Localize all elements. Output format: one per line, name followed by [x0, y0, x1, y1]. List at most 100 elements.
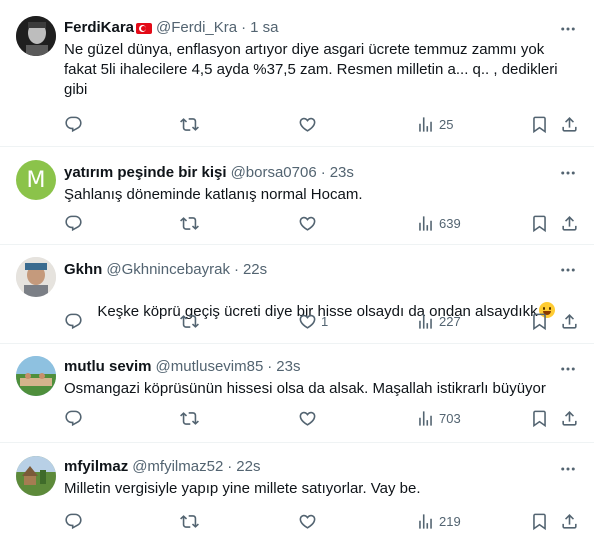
- share-icon: [562, 410, 577, 426]
- bookmark-button[interactable]: [530, 309, 549, 333]
- retweet-button[interactable]: [180, 112, 203, 136]
- reply-button[interactable]: [64, 509, 87, 533]
- share-button[interactable]: [560, 509, 579, 533]
- views-icon: [419, 215, 432, 231]
- like-button[interactable]: [298, 112, 321, 136]
- timestamp[interactable]: 22s: [243, 260, 267, 280]
- bookmark-button[interactable]: [530, 112, 549, 136]
- bookmark-button[interactable]: [530, 211, 549, 235]
- share-icon: [562, 513, 577, 529]
- views-button[interactable]: 25: [416, 112, 453, 136]
- retweet-button[interactable]: [180, 309, 203, 333]
- reply-icon: [65, 215, 82, 231]
- tweet-actions: 25: [64, 112, 582, 136]
- tweet[interactable]: M yatırım peşinde bir kişi @borsa0706 · …: [0, 147, 594, 245]
- tweet-header: mfyilmaz @mfyilmaz52 · 22s: [64, 457, 578, 477]
- views-button[interactable]: 703: [416, 406, 461, 430]
- separator: ·: [233, 261, 239, 278]
- tweet-header: FerdiKara @Ferdi_Kra · 1 sa: [64, 18, 578, 38]
- tweet[interactable]: mutlu sevim @mutlusevim85 · 23s Osmangaz…: [0, 344, 594, 443]
- more-icon[interactable]: [558, 359, 578, 379]
- views-icon: [419, 410, 432, 426]
- tweet-header: mutlu sevim @mutlusevim85 · 23s: [64, 357, 578, 377]
- more-icon[interactable]: [558, 459, 578, 479]
- bookmark-icon: [533, 513, 546, 530]
- user-handle[interactable]: @mfyilmaz52: [132, 457, 223, 477]
- tweet-header: Gkhn @Gkhnincebayrak · 22s: [64, 260, 578, 280]
- share-button[interactable]: [560, 211, 579, 235]
- bookmark-icon: [533, 410, 546, 427]
- share-icon: [562, 313, 577, 329]
- retweet-button[interactable]: [180, 406, 203, 430]
- avatar[interactable]: [16, 456, 56, 496]
- retweet-button[interactable]: [180, 509, 203, 533]
- share-button[interactable]: [560, 406, 579, 430]
- reply-button[interactable]: [64, 309, 87, 333]
- bookmark-icon: [533, 116, 546, 133]
- tweet[interactable]: Gkhn @Gkhnincebayrak · 22s Keşke köprü g…: [0, 245, 594, 344]
- reply-icon: [65, 116, 82, 132]
- timestamp[interactable]: 1 sa: [250, 18, 278, 38]
- views-icon: [419, 116, 432, 132]
- like-icon: [299, 514, 316, 529]
- share-button[interactable]: [560, 112, 579, 136]
- tweet[interactable]: mfyilmaz @mfyilmaz52 · 22s Milletin verg…: [0, 443, 594, 545]
- display-name[interactable]: mfyilmaz: [64, 457, 128, 477]
- user-handle[interactable]: @Ferdi_Kra: [156, 18, 237, 38]
- share-button[interactable]: [560, 309, 579, 333]
- reply-icon: [65, 313, 82, 329]
- avatar[interactable]: M: [16, 160, 56, 200]
- display-name[interactable]: mutlu sevim: [64, 357, 152, 377]
- reply-icon: [65, 410, 82, 426]
- like-button[interactable]: [298, 211, 321, 235]
- like-icon: [299, 216, 316, 231]
- user-handle[interactable]: @Gkhnincebayrak: [106, 260, 230, 280]
- timestamp[interactable]: 22s: [236, 457, 260, 477]
- separator: ·: [267, 358, 273, 375]
- like-icon: [299, 314, 316, 329]
- like-icon: [299, 117, 316, 132]
- tweet-text: Şahlanış döneminde katlanış normal Hocam…: [64, 186, 363, 203]
- timestamp[interactable]: 23s: [276, 357, 300, 377]
- bookmark-icon: [533, 215, 546, 232]
- retweet-icon: [180, 514, 199, 528]
- like-button[interactable]: [298, 509, 321, 533]
- timestamp[interactable]: 23s: [330, 163, 354, 183]
- user-handle[interactable]: @borsa0706: [231, 163, 317, 183]
- reply-button[interactable]: [64, 406, 87, 430]
- reply-button[interactable]: [64, 112, 87, 136]
- views-button[interactable]: 639: [416, 211, 461, 235]
- display-name[interactable]: FerdiKara: [64, 18, 134, 38]
- tweet-actions: 219: [64, 509, 582, 533]
- retweet-icon: [180, 216, 199, 230]
- like-button[interactable]: 1: [298, 309, 328, 333]
- display-name[interactable]: yatırım peşinde bir kişi: [64, 163, 227, 183]
- tweet-text: Ne güzel dünya, enflasyon artıyor diye a…: [64, 41, 562, 98]
- tweet-header: yatırım peşinde bir kişi @borsa0706 · 23…: [64, 163, 578, 183]
- views-button[interactable]: 227: [416, 309, 461, 333]
- display-name[interactable]: Gkhn: [64, 260, 102, 280]
- views-icon: [419, 513, 432, 529]
- bookmark-button[interactable]: [530, 509, 549, 533]
- user-handle[interactable]: @mutlusevim85: [156, 357, 264, 377]
- retweet-button[interactable]: [180, 211, 203, 235]
- like-icon: [299, 411, 316, 426]
- retweet-icon: [180, 314, 199, 328]
- avatar[interactable]: [16, 16, 56, 56]
- more-icon[interactable]: [558, 260, 578, 280]
- tweet-text: Milletin vergisiyle yapıp yine millete s…: [64, 480, 421, 497]
- separator: ·: [227, 458, 233, 475]
- avatar[interactable]: [16, 356, 56, 396]
- avatar[interactable]: [16, 257, 56, 297]
- views-button[interactable]: 219: [416, 509, 461, 533]
- reply-button[interactable]: [64, 211, 87, 235]
- more-icon[interactable]: [558, 19, 578, 39]
- like-button[interactable]: [298, 406, 321, 430]
- tweet[interactable]: FerdiKara @Ferdi_Kra · 1 sa Ne güzel dün…: [0, 0, 594, 147]
- tweet-actions: 703: [64, 406, 582, 430]
- turkey-flag-icon: [136, 22, 153, 34]
- bookmark-button[interactable]: [530, 406, 549, 430]
- more-icon[interactable]: [558, 163, 578, 183]
- separator: ·: [320, 164, 326, 181]
- reply-icon: [65, 513, 82, 529]
